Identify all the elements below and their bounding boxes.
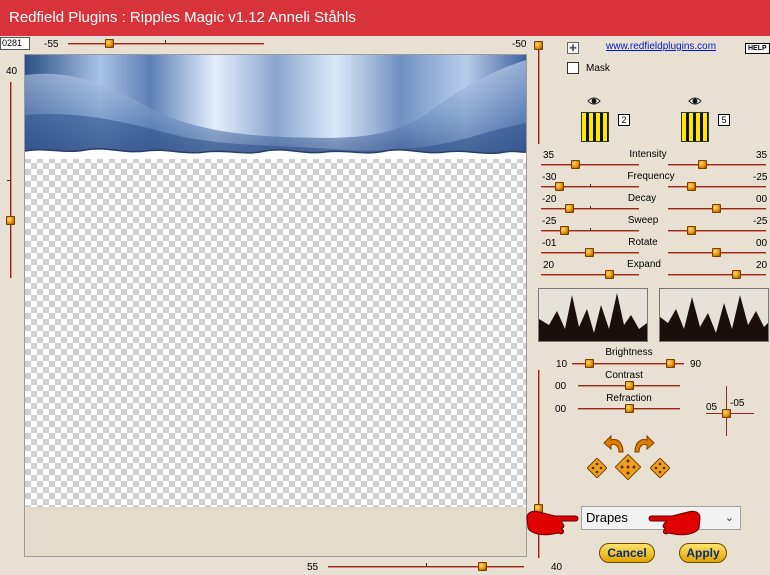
waveform-graph xyxy=(660,295,768,341)
sweep-label: Sweep xyxy=(627,215,659,226)
frequency-knob-right[interactable] xyxy=(687,182,696,191)
expand-slider-right[interactable] xyxy=(668,274,766,276)
refraction-value: 00 xyxy=(555,404,567,415)
brightness-label: Brightness xyxy=(605,347,653,358)
contrast-knob[interactable] xyxy=(625,381,634,390)
expand-label: Expand xyxy=(627,259,661,270)
bottom-v-slider-value: 40 xyxy=(551,562,563,573)
left-slider-value: 40 xyxy=(6,66,18,77)
top-slider-left-value: -55 xyxy=(44,39,59,50)
decay-knob-left[interactable] xyxy=(565,204,574,213)
waveform-preview-left xyxy=(538,288,648,342)
decay-right-value: 00 xyxy=(756,194,768,205)
decay-label: Decay xyxy=(627,193,657,204)
mask-label: Mask xyxy=(586,63,610,74)
brightness-knob-right[interactable] xyxy=(666,359,675,368)
title-bar: Redfield Plugins : Ripples Magic v1.12 A… xyxy=(0,0,770,36)
frequency-label: Frequency xyxy=(627,171,675,182)
decay-tick xyxy=(590,206,591,209)
expand-knob-right[interactable] xyxy=(732,270,741,279)
brightness-right-value: 90 xyxy=(690,359,702,370)
preview-canvas[interactable] xyxy=(24,54,527,557)
randomize-left-dice-icon[interactable] xyxy=(587,458,607,478)
intensity-left-value: 35 xyxy=(543,150,555,161)
seed-field[interactable]: 0281 xyxy=(0,37,30,50)
chevron-down-icon: ⌄ xyxy=(724,512,734,524)
sweep-left-value: -25 xyxy=(542,216,557,227)
website-link[interactable]: www.redfieldplugins.com xyxy=(606,41,716,52)
offset-knob[interactable] xyxy=(722,409,731,418)
frequency-tick xyxy=(590,184,591,187)
cancel-button[interactable]: Cancel xyxy=(599,543,655,563)
bottom-h-slider-track[interactable] xyxy=(328,566,524,568)
expand-right-value: 20 xyxy=(756,260,768,271)
rotate-right-value: 00 xyxy=(756,238,768,249)
frequency-knob-left[interactable] xyxy=(555,182,564,191)
pointing-hand-icon xyxy=(648,510,701,536)
intensity-knob-left[interactable] xyxy=(571,160,580,169)
intensity-slider-left[interactable] xyxy=(541,164,639,166)
left-v-slider-track[interactable] xyxy=(10,82,12,278)
swatch-index-left[interactable]: 2 xyxy=(618,114,630,126)
expand-knob-left[interactable] xyxy=(605,270,614,279)
frequency-slider-right[interactable] xyxy=(668,186,766,188)
redo-icon[interactable] xyxy=(631,434,655,454)
contrast-label: Contrast xyxy=(605,370,643,381)
brightness-knob-left[interactable] xyxy=(585,359,594,368)
mask-checkbox[interactable] xyxy=(567,62,579,74)
pointing-hand-icon xyxy=(526,510,579,536)
contrast-value: 00 xyxy=(555,381,567,392)
swatch-index-right[interactable]: 5 xyxy=(718,114,730,126)
intensity-knob-right[interactable] xyxy=(698,160,707,169)
expand-slider-left[interactable] xyxy=(541,274,639,276)
help-button[interactable]: HELP xyxy=(745,43,770,54)
left-v-slider-knob[interactable] xyxy=(6,216,15,225)
refraction-knob[interactable] xyxy=(625,404,634,413)
randomize-all-dice-icon[interactable] xyxy=(615,454,641,480)
bottom-slider-value: 55 xyxy=(307,562,319,573)
rotate-knob-left[interactable] xyxy=(585,248,594,257)
top-h-slider-knob[interactable] xyxy=(105,39,114,48)
eye-icon[interactable] xyxy=(587,96,601,106)
intensity-right-value: 35 xyxy=(756,150,768,161)
decay-knob-right[interactable] xyxy=(712,204,721,213)
rotate-knob-right[interactable] xyxy=(712,248,721,257)
bottom-h-slider-tick xyxy=(426,563,427,566)
decay-left-value: -20 xyxy=(542,194,557,205)
frequency-right-value: -25 xyxy=(753,172,768,183)
sweep-knob-left[interactable] xyxy=(560,226,569,235)
ripple-color-swatch-left[interactable] xyxy=(581,112,609,142)
top-h-slider-tick xyxy=(165,40,166,43)
intensity-label: Intensity xyxy=(629,149,667,160)
sweep-slider-right[interactable] xyxy=(668,230,766,232)
reset-icon[interactable]: ✚ xyxy=(567,42,579,54)
refraction-label: Refraction xyxy=(606,393,652,404)
top-h-slider-track[interactable] xyxy=(68,43,264,45)
offset-y-value: -05 xyxy=(730,398,745,409)
bottom-h-slider-knob[interactable] xyxy=(478,562,487,571)
waveform-preview-right xyxy=(659,288,769,342)
preset-selected-value: Drapes xyxy=(586,510,628,525)
right-v-slider-knob[interactable] xyxy=(534,41,543,50)
waveform-graph xyxy=(539,293,647,341)
sweep-right-value: -25 xyxy=(753,216,768,227)
brightness-left-value: 10 xyxy=(556,359,568,370)
offset-x-value: 05 xyxy=(706,402,718,413)
ripple-color-swatch-right[interactable] xyxy=(681,112,709,142)
sweep-tick xyxy=(590,228,591,231)
intensity-slider-right[interactable] xyxy=(668,164,766,166)
top-slider-right-value: -50 xyxy=(512,39,527,50)
apply-button[interactable]: Apply xyxy=(679,543,727,563)
expand-left-value: 20 xyxy=(543,260,555,271)
randomize-right-dice-icon[interactable] xyxy=(650,458,670,478)
left-v-slider-tick xyxy=(7,180,10,181)
right-v-slider-track[interactable] xyxy=(538,44,540,144)
rotate-label: Rotate xyxy=(628,237,658,248)
rotate-left-value: -01 xyxy=(542,238,557,249)
undo-icon[interactable] xyxy=(603,434,627,454)
ripple-preview-image xyxy=(25,55,526,159)
sweep-knob-right[interactable] xyxy=(687,226,696,235)
eye-icon[interactable] xyxy=(688,96,702,106)
